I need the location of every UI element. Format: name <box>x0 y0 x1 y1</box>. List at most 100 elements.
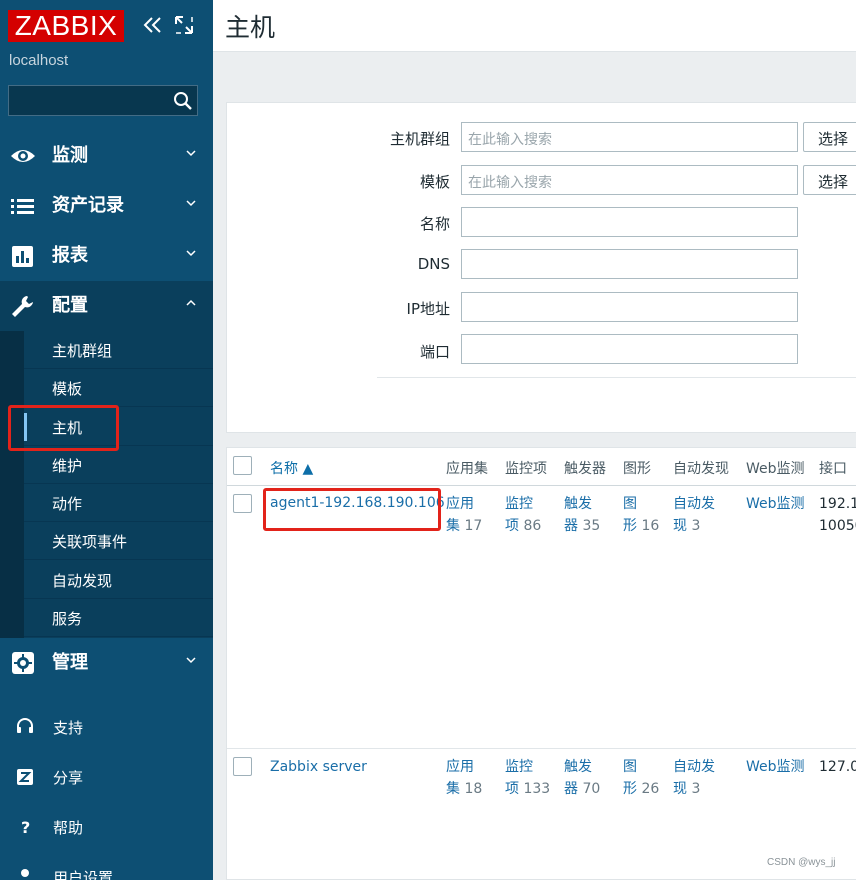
sidebar: ZABBIX localhost 监测 资产记录 报表 配置 主机群组 模板 主… <box>0 0 213 880</box>
discovery-count: 3 <box>691 518 701 534</box>
host-group-select-button[interactable]: 选择 <box>803 122 856 152</box>
applications-label-1: 应用 <box>446 759 474 775</box>
web-link[interactable]: Web监测 <box>746 756 805 778</box>
submenu-discovery-label: 自动发现 <box>52 572 113 590</box>
help-icon: ? <box>21 818 30 837</box>
menu-configuration-label: 配置 <box>52 295 88 316</box>
menu-inventory[interactable]: 资产记录 <box>0 181 213 231</box>
host-group-input[interactable]: 在此输入搜索 <box>461 122 798 152</box>
submenu-maintenance[interactable]: 维护 <box>24 446 213 484</box>
submenu-templates[interactable]: 模板 <box>24 369 213 407</box>
zabbix-logo[interactable]: ZABBIX <box>8 10 124 42</box>
applications-label-1: 应用 <box>446 496 474 512</box>
name-label: 名称 <box>419 215 450 233</box>
triggers-link[interactable]: 触发器 70 <box>564 756 600 800</box>
page-title: 主机 <box>225 13 276 42</box>
select-all-checkbox[interactable] <box>233 456 252 475</box>
submenu-services[interactable]: 服务 <box>24 599 213 637</box>
column-header-interface: 接口 <box>819 461 847 477</box>
row-checkbox[interactable] <box>233 757 252 776</box>
kiosk-mode-icon[interactable] <box>173 14 195 36</box>
server-name: localhost <box>9 52 69 69</box>
submenu-rail <box>0 331 24 638</box>
menu-reports[interactable]: 报表 <box>0 231 213 281</box>
row-checkbox[interactable] <box>233 494 252 513</box>
menu-user-settings[interactable]: 用户设置 <box>0 855 213 880</box>
menu-user-settings-label: 用户设置 <box>53 869 114 880</box>
discovery-label-1: 自动发 <box>673 759 715 775</box>
items-link[interactable]: 监控项 133 <box>505 756 550 800</box>
dns-input[interactable] <box>461 249 798 279</box>
menu-reports-label: 报表 <box>52 245 88 266</box>
submenu-actions-label: 动作 <box>52 495 83 513</box>
column-header-discovery: 自动发现 <box>673 461 729 477</box>
table-header-divider <box>227 485 856 486</box>
menu-support-label: 支持 <box>53 719 84 737</box>
page-header: 主机 <box>213 0 856 52</box>
discovery-link[interactable]: 自动发现 3 <box>673 493 715 537</box>
column-header-name[interactable]: 名称 ▲ <box>270 458 313 478</box>
menu-administration[interactable]: 管理 <box>0 638 213 688</box>
gear-icon <box>12 652 34 674</box>
menu-share[interactable]: 分享 <box>0 755 213 799</box>
graphs-link[interactable]: 图形 26 <box>623 756 659 800</box>
menu-monitoring[interactable]: 监测 <box>0 131 213 181</box>
web-link[interactable]: Web监测 <box>746 493 805 515</box>
chevron-down-icon <box>186 150 196 157</box>
list-icon <box>11 199 34 214</box>
host-group-label: 主机群组 <box>389 130 450 148</box>
applications-label-2: 集 <box>446 781 460 797</box>
sidebar-search-input[interactable] <box>8 85 198 116</box>
menu-help[interactable]: ? 帮助 <box>0 805 213 849</box>
interface-ip: 127.0 <box>819 759 856 775</box>
items-label-1: 监控 <box>505 759 533 775</box>
share-icon <box>17 769 33 785</box>
menu-share-label: 分享 <box>53 769 84 787</box>
discovery-link[interactable]: 自动发现 3 <box>673 756 715 800</box>
template-select-button[interactable]: 选择 <box>803 165 856 195</box>
template-label: 模板 <box>419 173 450 191</box>
submenu-host-groups[interactable]: 主机群组 <box>24 331 213 369</box>
chevron-down-icon <box>186 200 196 207</box>
triggers-link[interactable]: 触发器 35 <box>564 493 600 537</box>
graphs-link[interactable]: 图形 16 <box>623 493 659 537</box>
triggers-label-2: 器 <box>564 781 578 797</box>
items-link[interactable]: 监控项 86 <box>505 493 541 537</box>
column-header-graphs: 图形 <box>623 461 651 477</box>
collapse-sidebar-icon[interactable] <box>142 14 164 36</box>
wrench-icon <box>12 296 33 317</box>
menu-help-label: 帮助 <box>53 819 84 837</box>
submenu-event-correlation-label: 关联项事件 <box>52 533 128 551</box>
graphs-count: 16 <box>641 518 660 534</box>
user-icon <box>21 869 29 877</box>
menu-monitoring-label: 监测 <box>52 145 88 166</box>
host-name-link[interactable]: agent1-192.168.190.106 <box>270 495 445 511</box>
applications-link[interactable]: 应用集 17 <box>446 493 482 537</box>
template-input[interactable]: 在此输入搜索 <box>461 165 798 195</box>
svg-text:?: ? <box>21 818 30 837</box>
submenu-hosts[interactable]: 主机 <box>24 408 213 446</box>
ip-input[interactable] <box>461 292 798 322</box>
host-name-link[interactable]: Zabbix server <box>270 759 367 775</box>
applications-label-2: 集 <box>446 518 460 534</box>
menu-support[interactable]: 支持 <box>0 705 213 749</box>
search-icon[interactable] <box>173 91 193 111</box>
items-label-2: 项 <box>505 781 519 797</box>
port-input[interactable] <box>461 334 798 364</box>
submenu-discovery[interactable]: 自动发现 <box>24 561 213 599</box>
submenu-event-correlation[interactable]: 关联项事件 <box>24 522 213 560</box>
port-label: 端口 <box>419 343 450 361</box>
applications-link[interactable]: 应用集 18 <box>446 756 482 800</box>
submenu-actions[interactable]: 动作 <box>24 484 213 522</box>
menu-configuration[interactable]: 配置 <box>0 281 213 331</box>
dns-label: DNS <box>417 255 450 273</box>
interface-port: 10050 <box>819 518 856 534</box>
configuration-submenu: 主机群组 模板 主机 维护 动作 关联项事件 自动发现 服务 <box>0 331 213 638</box>
column-header-triggers: 触发器 <box>564 461 606 477</box>
items-label-2: 项 <box>505 518 519 534</box>
filter-divider <box>377 377 856 378</box>
discovery-label-2: 现 <box>673 518 687 534</box>
graphs-label-2: 形 <box>623 518 637 534</box>
ip-label: IP地址 <box>406 300 450 318</box>
name-input[interactable] <box>461 207 798 237</box>
